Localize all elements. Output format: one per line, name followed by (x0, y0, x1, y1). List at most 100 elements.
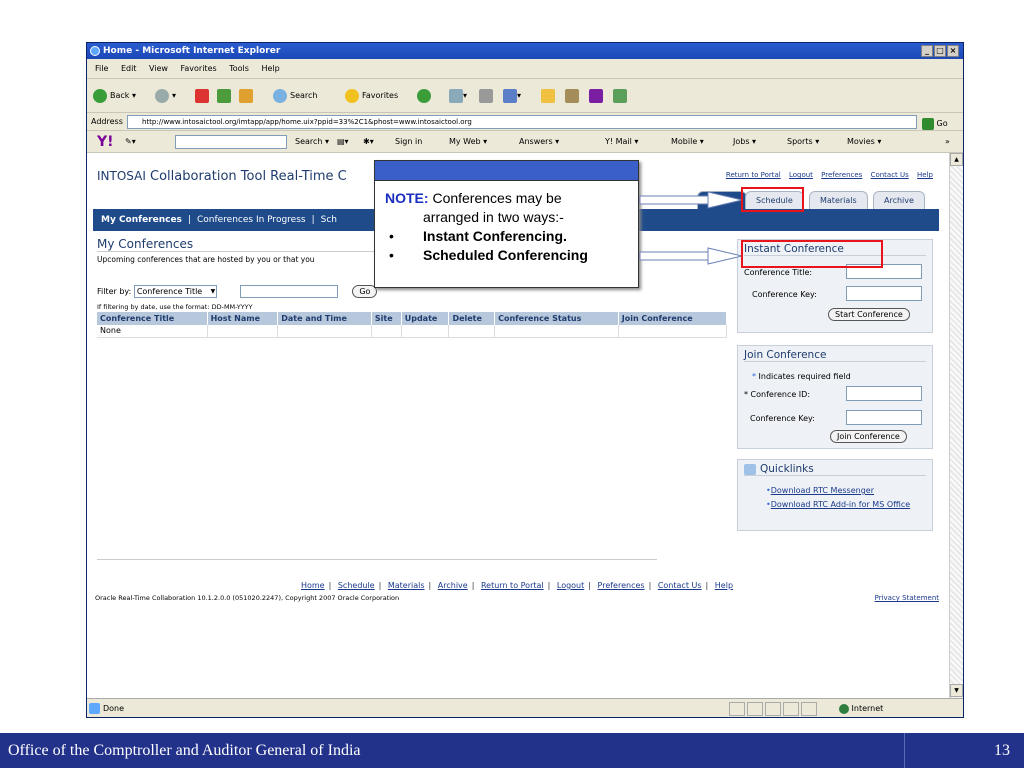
conferences-table: Conference Title Host Name Date and Time… (97, 312, 728, 338)
instant-conference-highlight-box (741, 240, 883, 268)
yahoo-mail-button[interactable]: Y! Mail ▾ (605, 131, 638, 153)
link-contact-us[interactable]: Contact Us (871, 171, 909, 179)
table-cell (618, 325, 728, 338)
footer-portal-link[interactable]: Return to Portal (481, 581, 544, 590)
join-conference-key-input[interactable] (846, 410, 922, 425)
filter-row: Filter by: Conference Title Go (97, 285, 378, 298)
folder-icon (541, 88, 555, 103)
sports-button[interactable]: Sports ▾ (787, 131, 819, 153)
search-button[interactable]: Search (273, 87, 317, 105)
print-button[interactable] (479, 87, 493, 105)
yahoo-search-button[interactable]: Search ▾ (295, 131, 329, 153)
menu-help[interactable]: Help (261, 64, 279, 73)
address-input[interactable]: http://www.intosaictool.org/imtapp/app/h… (127, 115, 917, 129)
highlight-icon[interactable]: ✱▾ (363, 131, 374, 153)
link-help[interactable]: Help (917, 171, 933, 179)
footer-home-link[interactable]: Home (301, 581, 325, 590)
answers-button[interactable]: Answers ▾ (519, 131, 559, 153)
col-host-name[interactable]: Host Name (207, 312, 279, 325)
scroll-down-icon[interactable]: ▼ (950, 684, 963, 697)
menu-edit[interactable]: Edit (121, 64, 137, 73)
link-logout[interactable]: Logout (789, 171, 813, 179)
start-conference-button[interactable]: Start Conference (828, 308, 910, 321)
nav-conferences-in-progress[interactable]: Conferences In Progress (197, 215, 306, 225)
browser-window: Home - Microsoft Internet Explorer _ □ ×… (86, 42, 964, 718)
col-conference-status[interactable]: Conference Status (494, 312, 619, 325)
filter-select[interactable]: Conference Title (133, 285, 218, 298)
link-return-to-portal[interactable]: Return to Portal (726, 171, 781, 179)
address-label: Address (91, 117, 123, 126)
history-button[interactable] (417, 87, 434, 105)
menu-favorites[interactable]: Favorites (181, 64, 217, 73)
favorites-button[interactable]: Favorites (345, 87, 398, 105)
privacy-statement-link[interactable]: Privacy Statement (875, 594, 939, 602)
edit-button[interactable]: ▾ (503, 87, 521, 105)
menu-file[interactable]: File (95, 64, 108, 73)
footer-preferences-link[interactable]: Preferences (598, 581, 645, 590)
nav-separator: | (187, 215, 191, 225)
footer-sep: | (547, 581, 551, 590)
nav-my-conferences[interactable]: My Conferences (101, 215, 182, 225)
vertical-scrollbar[interactable]: ▲ ▼ (949, 153, 963, 698)
sign-in-button[interactable]: Sign in (395, 131, 422, 153)
pencil-icon[interactable]: ✎▾ (125, 131, 136, 153)
link-preferences[interactable]: Preferences (821, 171, 862, 179)
footer-sep: | (705, 581, 709, 590)
refresh-button[interactable] (217, 87, 231, 105)
download-rtc-addin-link[interactable]: Download RTC Add-in for MS Office (771, 500, 910, 509)
tab-archive[interactable]: Archive (873, 191, 925, 209)
footer-archive-link[interactable]: Archive (438, 581, 468, 590)
callout-body: NOTE: Conferences may be arranged in two… (375, 181, 638, 273)
conference-title-label: Conference Title: (744, 268, 813, 277)
instant-conference-key-input[interactable] (846, 286, 922, 301)
back-button[interactable]: Back ▾ (93, 87, 136, 105)
movies-button[interactable]: Movies ▾ (847, 131, 881, 153)
stop-button[interactable] (195, 87, 209, 105)
callout-line: NOTE: Conferences may be (385, 190, 562, 206)
yahoo-icon (589, 88, 603, 103)
section-heading: My Conferences (97, 237, 377, 252)
footer-schedule-link[interactable]: Schedule (338, 581, 375, 590)
messenger-icon (613, 88, 627, 103)
mail-icon (449, 88, 463, 103)
menu-tools[interactable]: Tools (229, 64, 249, 73)
col-update: Update (401, 312, 450, 325)
home-button[interactable] (239, 87, 253, 105)
download-rtc-messenger-link[interactable]: Download RTC Messenger (771, 486, 874, 495)
slide-footer: Office of the Comptroller and Auditor Ge… (0, 733, 1024, 768)
conference-id-input[interactable] (846, 386, 922, 401)
menu-view[interactable]: View (149, 64, 168, 73)
messenger-button[interactable] (613, 87, 627, 105)
footer-materials-link[interactable]: Materials (388, 581, 425, 590)
printer-icon (479, 88, 493, 103)
scroll-up-icon[interactable]: ▲ (950, 153, 963, 166)
jobs-button[interactable]: Jobs ▾ (733, 131, 756, 153)
forward-button[interactable]: ▾ (155, 87, 176, 105)
mobile-button[interactable]: Mobile ▾ (671, 131, 704, 153)
footer-logout-link[interactable]: Logout (557, 581, 584, 590)
instant-conference-key-label: Conference Key: (752, 290, 817, 299)
more-chevron-icon[interactable]: » (945, 131, 950, 153)
star-icon (345, 88, 359, 103)
maximize-button[interactable]: □ (934, 45, 946, 57)
tab-materials[interactable]: Materials (809, 191, 868, 209)
my-web-button[interactable]: My Web ▾ (449, 131, 487, 153)
sidebar-toggle-icon[interactable]: ▤▾ (337, 131, 349, 153)
research-button[interactable] (565, 87, 579, 105)
slide-page-number: 13 (994, 742, 1010, 759)
minimize-button[interactable]: _ (921, 45, 933, 57)
nav-schedule[interactable]: Sch (321, 215, 337, 225)
tab-home[interactable] (697, 191, 747, 209)
required-mark: * (752, 372, 756, 381)
close-button[interactable]: × (947, 45, 959, 57)
col-conference-title[interactable]: Conference Title (97, 312, 208, 325)
yahoo-search-input[interactable] (175, 135, 287, 149)
footer-contact-link[interactable]: Contact Us (658, 581, 702, 590)
footer-help-link[interactable]: Help (715, 581, 733, 590)
filter-input[interactable] (239, 285, 338, 298)
folder-button[interactable] (541, 87, 555, 105)
col-date-time[interactable]: Date and Time (277, 312, 372, 325)
join-conference-button[interactable]: Join Conference (830, 430, 907, 443)
yahoo-button[interactable] (589, 87, 603, 105)
mail-button[interactable]: ▾ (449, 87, 467, 105)
